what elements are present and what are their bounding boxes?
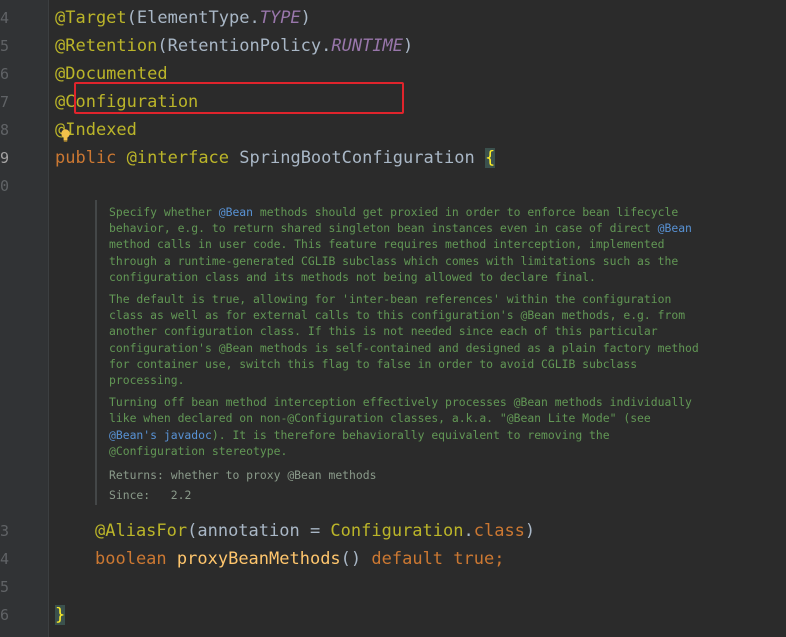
line-number: 6 — [0, 65, 10, 83]
code-line-retention[interactable]: @Retention(RetentionPolicy.RUNTIME) — [55, 32, 413, 60]
code-line-indexed[interactable]: @Indexed — [55, 116, 137, 144]
doc-paragraph: Specify whether @Bean methods should get… — [109, 205, 692, 284]
line-number: 6 — [0, 606, 10, 624]
code-line-target[interactable]: @Target(ElementType.TYPE) — [55, 4, 311, 32]
close-brace: } — [55, 605, 66, 625]
code-line-close[interactable]: } — [55, 601, 66, 629]
doc-link-bean[interactable]: @Bean — [219, 205, 253, 219]
doc-paragraph: The default is true, allowing for 'inter… — [109, 292, 699, 388]
configuration-highlight-box — [74, 82, 404, 114]
keyword-interface: @interface — [126, 148, 230, 168]
line-number: 4 — [0, 550, 10, 568]
lightbulb-icon[interactable] — [61, 123, 70, 142]
line-number-gutter: 4 5 6 7 8 9 0 3 4 5 6 — [0, 0, 48, 637]
line-number: 4 — [0, 9, 10, 27]
code-line-method[interactable]: boolean proxyBeanMethods() default true; — [95, 545, 505, 573]
enum-constant-type: TYPE — [259, 8, 301, 28]
keyword-public: public — [55, 148, 117, 168]
line-number-active: 9 — [0, 149, 10, 167]
line-number: 5 — [0, 37, 10, 55]
class-name: SpringBootConfiguration — [239, 148, 475, 168]
doc-returns: Returns: whether to proxy @Bean methods — [109, 468, 377, 483]
doc-since: Since: 2.2 — [109, 488, 192, 503]
annotation-indexed: Indexed — [65, 120, 137, 140]
code-line-interface-declaration[interactable]: public @interface SpringBootConfiguratio… — [55, 144, 496, 172]
line-number: 3 — [0, 522, 10, 540]
annotation-target: @Target — [55, 8, 127, 28]
keyword-default: default — [371, 549, 444, 569]
open-brace: { — [484, 148, 496, 168]
enum-constant-runtime: RUNTIME — [331, 36, 404, 56]
code-line-aliasfor[interactable]: @AliasFor(annotation = Configuration.cla… — [95, 517, 535, 545]
doc-paragraph: Turning off bean method interception eff… — [109, 395, 692, 458]
doc-tags: Returns: whether to proxy @Bean methods … — [109, 465, 786, 505]
line-number: 5 — [0, 578, 10, 596]
annotation-documented: @Documented — [55, 64, 168, 84]
annotation-retention: @Retention — [55, 36, 158, 56]
doc-link-bean[interactable]: @Bean — [658, 221, 692, 235]
line-number: 0 — [0, 177, 10, 195]
line-number: 8 — [0, 121, 10, 139]
keyword-class: class — [473, 521, 525, 541]
aliasfor-configuration-ref: Configuration — [330, 521, 464, 541]
doc-link-bean-javadoc[interactable]: @Bean's javadoc — [109, 428, 212, 442]
method-name: proxyBeanMethods — [176, 549, 341, 569]
keyword-boolean: boolean — [95, 549, 167, 569]
keyword-true: true — [453, 549, 495, 569]
code-editor[interactable]: @Target(ElementType.TYPE) @Retention(Ret… — [48, 0, 786, 637]
annotation-aliasfor: @AliasFor — [95, 521, 188, 541]
rendered-javadoc[interactable]: Specify whether @Bean methods should get… — [95, 200, 786, 506]
line-number: 7 — [0, 93, 10, 111]
